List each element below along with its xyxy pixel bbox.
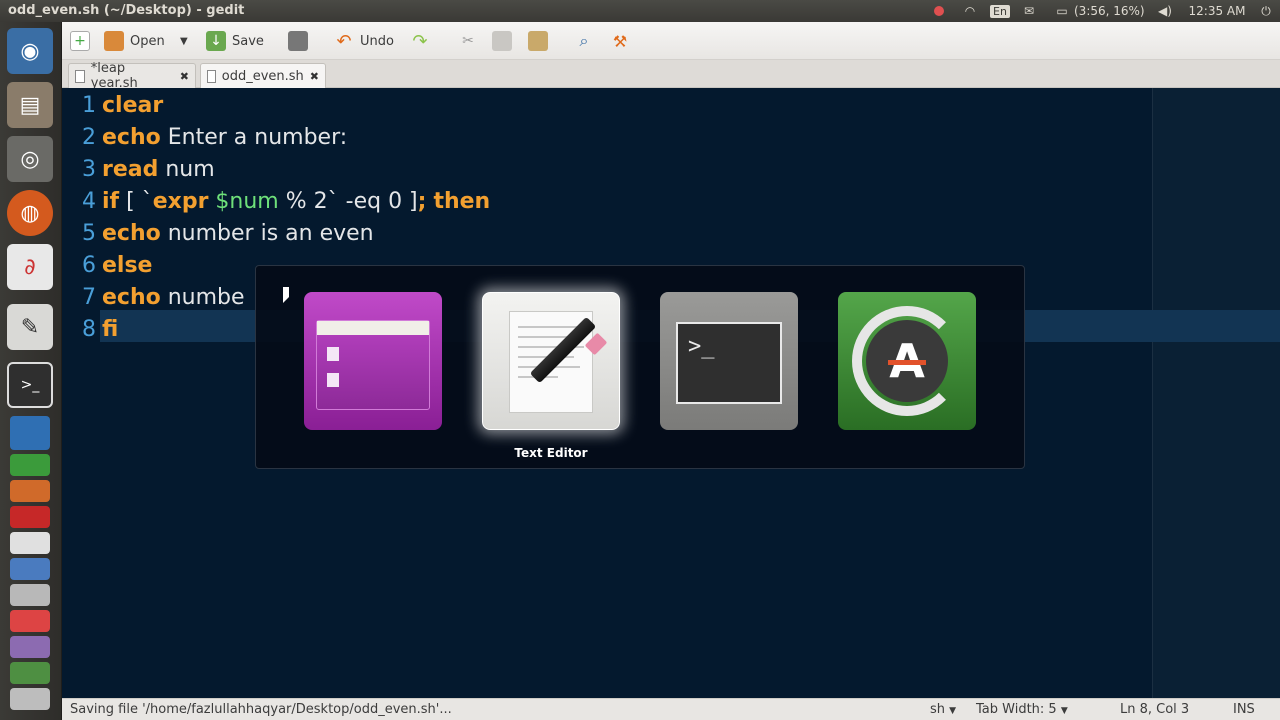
line-number: 7 — [82, 285, 96, 310]
document-icon — [207, 69, 216, 83]
app-icon[interactable] — [10, 584, 50, 606]
code-token: $num — [215, 189, 279, 214]
switcher-selected-label: Text Editor — [514, 446, 588, 460]
code-text: [ `expr $num % 2` -eq 0 ]; then — [119, 189, 490, 214]
paste-button[interactable] — [528, 28, 548, 54]
app-icon[interactable] — [10, 532, 50, 554]
line-number: 2 — [82, 125, 96, 150]
insert-mode: INS — [1233, 702, 1255, 717]
toolbar: + Open ▼ ↓ Save ↶ Undo ↷ ✂ ⌕ ⚒ — [62, 22, 1280, 60]
line-number: 6 — [82, 253, 96, 278]
app-icon[interactable] — [10, 636, 50, 658]
open-recent-dropdown[interactable]: ▼ — [180, 28, 188, 54]
language-selector[interactable]: sh ▼ — [930, 702, 956, 717]
status-bar: Saving file '/home/fazlullahhaqyar/Deskt… — [62, 698, 1280, 720]
code-token: % 2` -eq 0 ] — [278, 189, 418, 214]
wifi-icon[interactable]: ◠ — [960, 0, 980, 22]
switcher-terminal-icon[interactable]: >_ — [660, 292, 798, 430]
replace-button[interactable]: ⚒ — [610, 28, 630, 54]
window-title: odd_even.sh (~/Desktop) - gedit — [8, 3, 245, 18]
copy-button[interactable] — [492, 28, 512, 54]
print-button[interactable] — [288, 28, 308, 54]
terminal-icon[interactable]: >_ — [7, 362, 53, 408]
line-number: 8 — [82, 317, 96, 342]
tab-odd-even[interactable]: odd_even.sh ✖ — [200, 63, 326, 88]
switcher-files-icon[interactable] — [304, 292, 442, 430]
code-line[interactable]: if [ `expr $num % 2` -eq 0 ]; then — [102, 186, 490, 218]
battery-status[interactable]: (3:56, 16%) — [1074, 0, 1148, 22]
clock[interactable]: 12:35 AM — [1185, 0, 1249, 22]
print-icon — [288, 31, 308, 51]
record-icon[interactable] — [930, 0, 948, 22]
line-number: 5 — [82, 221, 96, 246]
youtube-icon[interactable] — [10, 506, 50, 528]
battery-icon[interactable]: ▭ — [1050, 0, 1074, 22]
app-icon[interactable] — [10, 558, 50, 580]
search-icon: ⌕ — [579, 31, 589, 50]
code-line[interactable]: read num — [102, 154, 215, 186]
document-tabs: *leap year.sh ✖ odd_even.sh ✖ — [62, 60, 1280, 91]
app-icon[interactable] — [10, 662, 50, 684]
pdf-reader-icon[interactable]: ∂ — [7, 244, 53, 290]
audio-player-icon[interactable]: ◎ — [7, 136, 53, 182]
undo-icon: ↶ — [336, 30, 352, 52]
files-icon[interactable]: ▤ — [7, 82, 53, 128]
power-icon[interactable]: ⏻ — [1256, 0, 1276, 22]
code-line[interactable]: echo numbe — [102, 282, 245, 314]
open-button[interactable]: Open — [104, 28, 165, 54]
calc-icon[interactable] — [10, 454, 50, 476]
folder-icon — [104, 31, 124, 51]
paste-icon — [528, 31, 548, 51]
save-icon: ↓ — [206, 31, 226, 51]
text-editor-icon[interactable]: ✎ — [7, 304, 53, 350]
volume-icon[interactable]: ◀) — [1154, 0, 1176, 22]
code-line[interactable]: clear — [102, 90, 163, 122]
app-icon[interactable] — [10, 688, 50, 710]
close-tab-icon[interactable]: ✖ — [310, 70, 319, 83]
code-line[interactable]: echo number is an even — [102, 218, 374, 250]
line-number: 1 — [82, 93, 96, 118]
gmail-icon[interactable] — [10, 610, 50, 632]
redo-button[interactable]: ↷ — [410, 28, 430, 54]
new-document-icon: + — [70, 31, 90, 51]
tab-leap-year[interactable]: *leap year.sh ✖ — [68, 61, 196, 91]
launcher: ◉ ▤ ◎ ◍ ∂ ✎ >_ — [0, 22, 62, 720]
firefox-icon[interactable]: ◍ — [7, 190, 53, 236]
code-line[interactable]: fi — [102, 314, 118, 346]
cut-button[interactable]: ✂ — [458, 28, 478, 54]
app-switcher: >_ A Text Editor — [255, 265, 1025, 469]
status-message: Saving file '/home/fazlullahhaqyar/Deskt… — [70, 702, 452, 717]
code-token: expr — [152, 189, 209, 214]
undo-button[interactable]: ↶ Undo — [334, 28, 394, 54]
keyboard-layout-indicator[interactable]: En — [989, 0, 1011, 22]
code-token: then — [433, 189, 491, 214]
mail-icon[interactable]: ✉ — [1018, 0, 1040, 22]
new-document-button[interactable]: + — [70, 28, 90, 54]
code-line[interactable]: else — [102, 250, 152, 282]
code-token: [ ` — [119, 189, 153, 214]
close-tab-icon[interactable]: ✖ — [180, 70, 189, 83]
cut-icon: ✂ — [462, 33, 474, 49]
top-panel: odd_even.sh (~/Desktop) - gedit ◠ En ✉ ▭… — [0, 0, 1280, 22]
switcher-software-updater-icon[interactable]: A — [838, 292, 976, 430]
copy-icon — [492, 31, 512, 51]
right-margin — [1152, 88, 1280, 698]
tab-width-selector[interactable]: Tab Width: 5 ▼ — [976, 702, 1068, 717]
ubuntu-dash-icon[interactable]: ◉ — [7, 28, 53, 74]
document-icon — [75, 69, 85, 83]
mouse-cursor-icon — [283, 287, 289, 303]
impress-icon[interactable] — [10, 480, 50, 502]
cursor-position: Ln 8, Col 3 — [1120, 702, 1190, 717]
save-button[interactable]: ↓ Save — [206, 28, 264, 54]
dropdown-arrow-icon: ▼ — [180, 35, 188, 47]
switcher-text-editor-icon[interactable] — [482, 292, 620, 430]
writer-icon[interactable] — [10, 416, 50, 450]
code-line[interactable]: echo Enter a number: — [102, 122, 347, 154]
redo-icon: ↷ — [412, 30, 428, 52]
line-number: 3 — [82, 157, 96, 182]
line-number: 4 — [82, 189, 96, 214]
search-button[interactable]: ⌕ — [574, 28, 594, 54]
replace-icon: ⚒ — [612, 31, 628, 51]
